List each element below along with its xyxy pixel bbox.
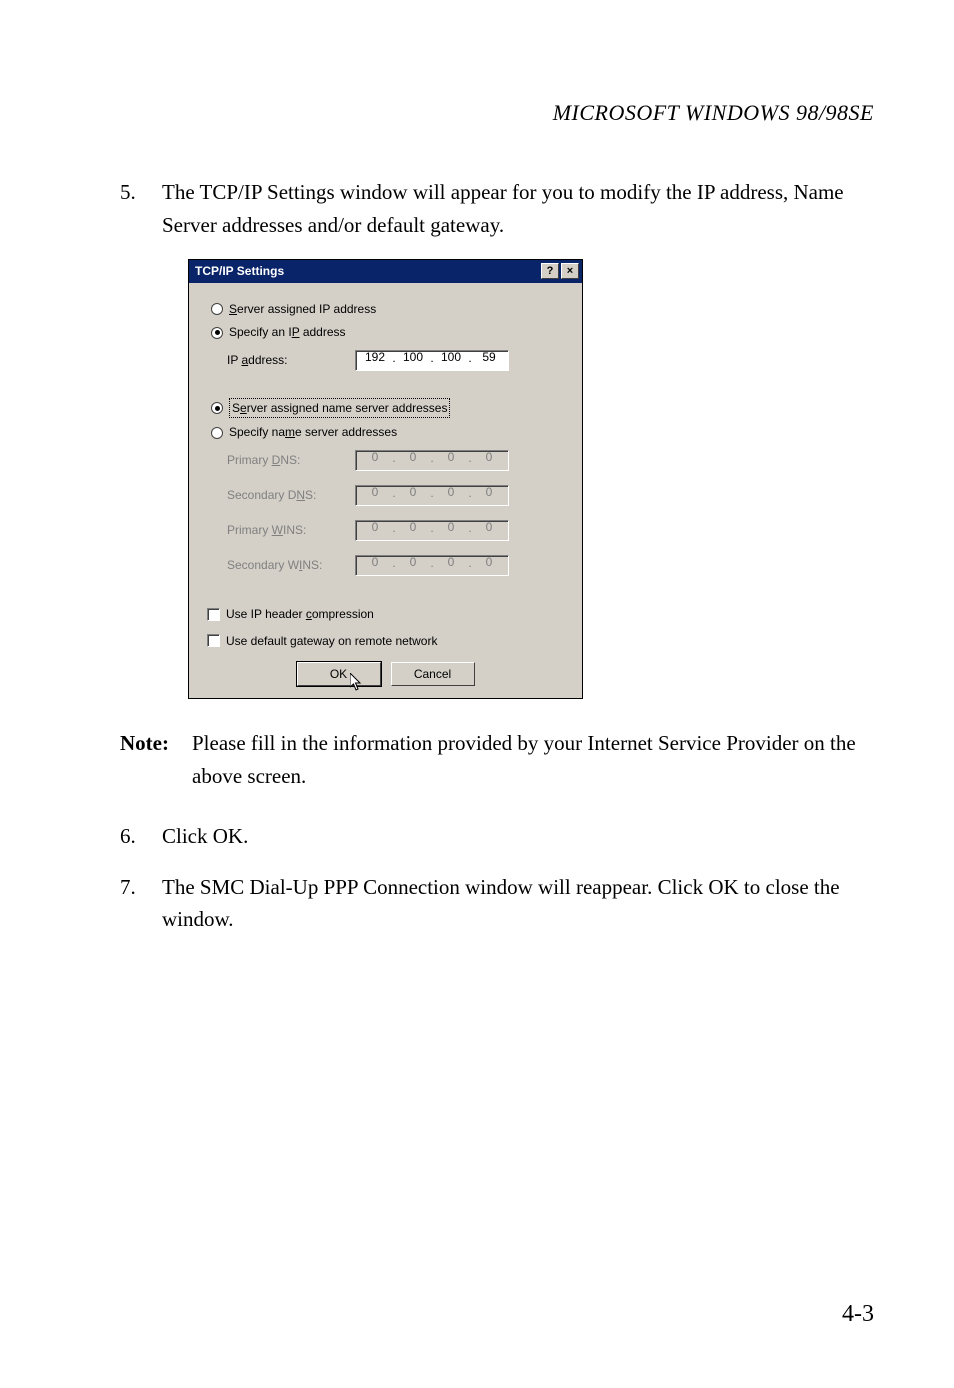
close-button[interactable]: ×: [561, 263, 579, 279]
checkbox-ip-header-compression[interactable]: Use IP header compression: [207, 605, 566, 624]
cancel-button[interactable]: Cancel: [391, 662, 475, 686]
ip-octet-1[interactable]: 192: [360, 348, 390, 368]
secondary-wins-input: 0. 0. 0. 0: [355, 555, 509, 576]
primary-wins-label: Primary WINS:: [227, 521, 355, 540]
radio-specify-ip[interactable]: Specify an IP address: [211, 323, 566, 342]
ip-octet-2[interactable]: 100: [398, 348, 428, 368]
step-5: 5. The TCP/IP Settings window will appea…: [120, 176, 874, 241]
step-text: The SMC Dial-Up PPP Connection window wi…: [162, 871, 874, 936]
titlebar: TCP/IP Settings ? ×: [189, 260, 582, 283]
ip-octet-4[interactable]: 59: [474, 348, 504, 368]
checkbox-label: Use IP header compression: [226, 605, 374, 624]
secondary-wins-label: Secondary WINS:: [227, 556, 355, 575]
primary-dns-label: Primary DNS:: [227, 451, 355, 470]
ip-address-label: IP address:: [227, 351, 355, 370]
step-6: 6. Click OK.: [120, 820, 874, 853]
radio-server-assigned-ns[interactable]: Server assigned name server addresses: [211, 398, 566, 419]
radio-specify-ns[interactable]: Specify name server addresses: [211, 423, 566, 442]
secondary-dns-label: Secondary DNS:: [227, 486, 355, 505]
step-text: Click OK.: [162, 820, 874, 853]
help-button[interactable]: ?: [541, 263, 559, 279]
note-text: Please fill in the information provided …: [192, 727, 874, 792]
step-number: 7.: [120, 871, 162, 936]
ok-button[interactable]: OK: [297, 662, 381, 686]
ip-octet-3[interactable]: 100: [436, 348, 466, 368]
cursor-icon: [350, 673, 364, 691]
radio-label: Specify an IP address: [229, 323, 346, 342]
radio-server-assigned-ip[interactable]: Server assigned IP address: [211, 300, 566, 319]
radio-label: Specify name server addresses: [229, 423, 397, 442]
radio-icon: [211, 327, 223, 339]
note-label: Note:: [120, 727, 192, 792]
primary-wins-input: 0. 0. 0. 0: [355, 520, 509, 541]
step-number: 5.: [120, 176, 162, 241]
running-head: MICROSOFT WINDOWS 98/98SE: [80, 100, 874, 126]
note: Note: Please fill in the information pro…: [120, 727, 874, 792]
radio-icon: [211, 427, 223, 439]
radio-icon: [211, 402, 223, 414]
step-number: 6.: [120, 820, 162, 853]
checkbox-label: Use default gateway on remote network: [226, 632, 437, 651]
checkbox-icon: [207, 608, 220, 621]
step-7: 7. The SMC Dial-Up PPP Connection window…: [120, 871, 874, 936]
secondary-dns-input: 0. 0. 0. 0: [355, 485, 509, 506]
page-number: 4-3: [842, 1301, 874, 1328]
radio-icon: [211, 303, 223, 315]
checkbox-icon: [207, 634, 220, 647]
ip-address-input[interactable]: 192 . 100 . 100 . 59: [355, 350, 509, 371]
radio-label: Server assigned IP address: [229, 300, 376, 319]
tcpip-settings-dialog: TCP/IP Settings ? × Server assigned IP a…: [188, 259, 583, 699]
dialog-title: TCP/IP Settings: [195, 262, 539, 281]
primary-dns-input: 0. 0. 0. 0: [355, 450, 509, 471]
checkbox-default-gateway[interactable]: Use default gateway on remote network: [207, 632, 566, 651]
radio-label: Server assigned name server addresses: [229, 398, 450, 419]
step-text: The TCP/IP Settings window will appear f…: [162, 176, 874, 241]
